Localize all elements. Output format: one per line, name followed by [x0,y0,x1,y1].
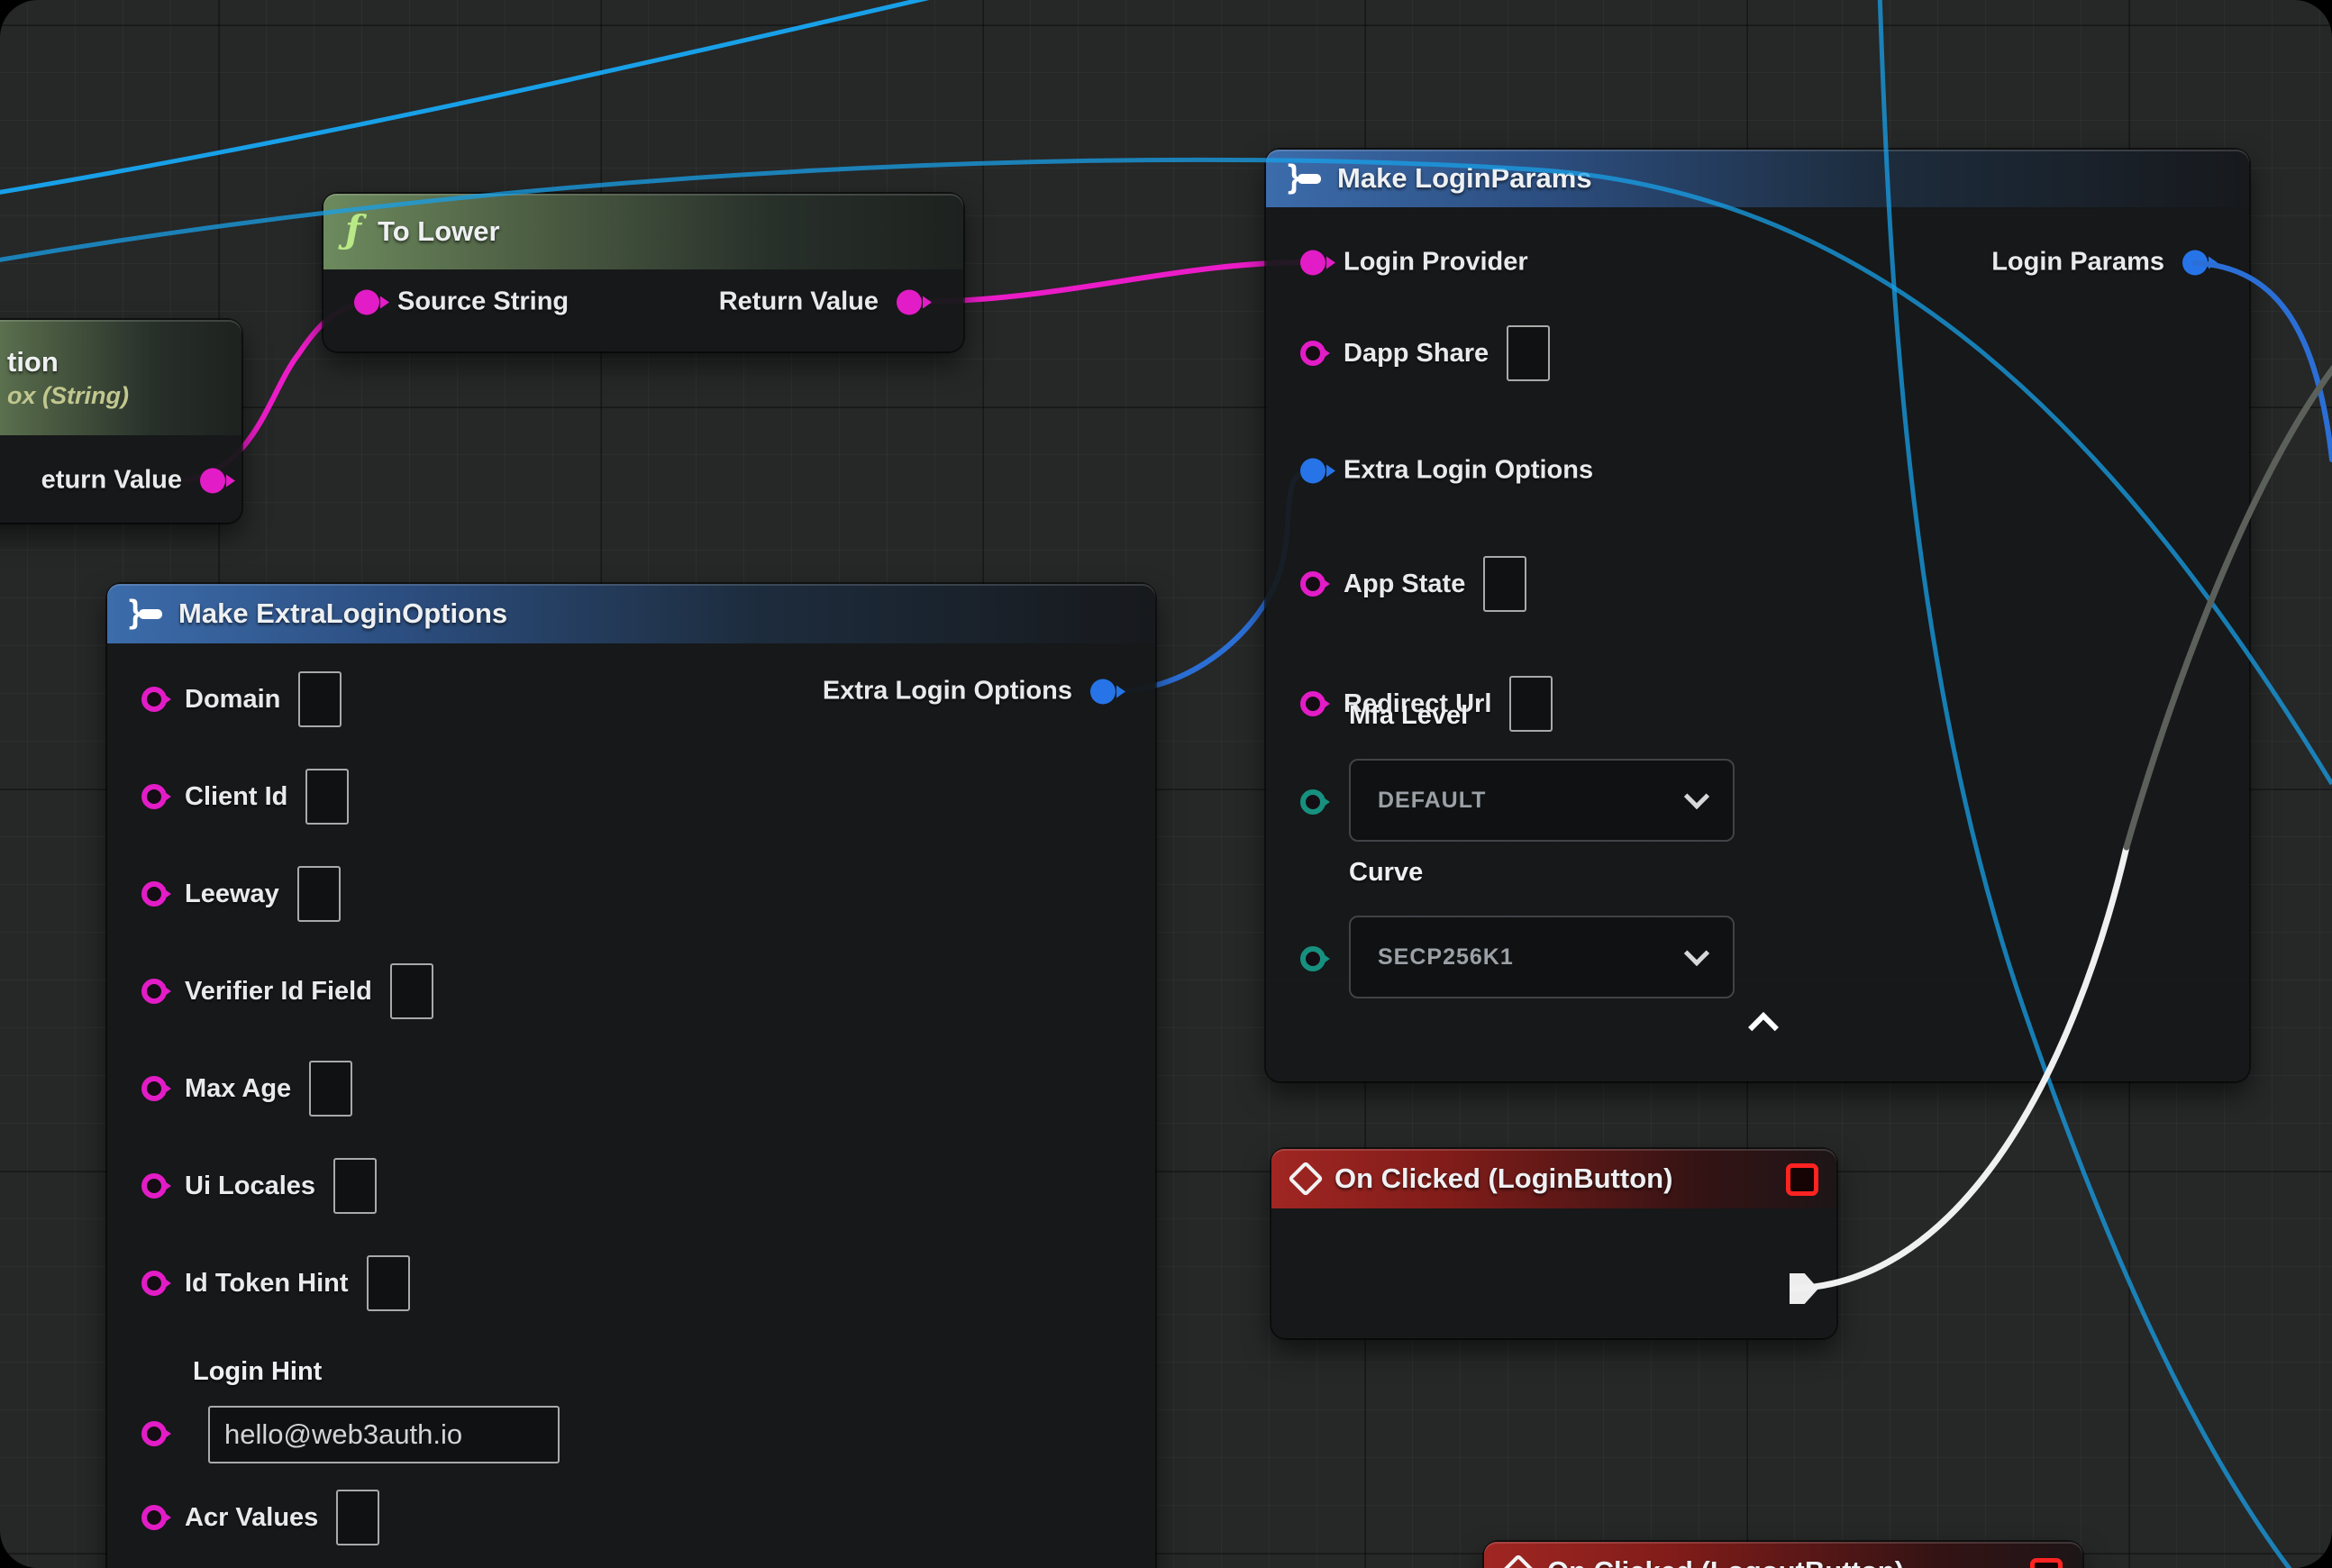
login-hint-input[interactable]: hello@web3auth.io [208,1406,560,1463]
leeway-label: Leeway [185,880,279,909]
wire-cyan-top[interactable] [0,0,978,194]
make-extra-login-options-header[interactable]: } Make ExtraLoginOptions [107,584,1155,643]
client-id-pin[interactable] [141,784,167,809]
login-provider-pin[interactable] [1300,250,1325,275]
on-clicked-logout-title: On Clicked (LogoutButton) [1547,1555,1904,1568]
max-age-label: Max Age [185,1074,291,1104]
leeway-value-box[interactable] [297,866,341,922]
client-id-label: Client Id [185,782,287,812]
login-params-pin[interactable] [2182,250,2208,275]
curve-value: SECP256K1 [1378,944,1514,971]
on-clicked-login-title: On Clicked (LoginButton) [1335,1162,1672,1195]
ui-locales-label: Ui Locales [185,1171,315,1201]
curve-label: Curve [1349,858,1423,888]
node-partial-header[interactable]: tion ox (String) [0,320,241,435]
ui-locales-value-box[interactable] [333,1158,377,1214]
make-extra-login-options-title: Make ExtraLoginOptions [178,597,507,630]
node-partial-subtitle: ox (String) [7,382,129,410]
dapp-share-pin[interactable] [1300,341,1325,366]
app-state-pin[interactable] [1300,571,1325,597]
event-stop-badge[interactable] [2030,1558,2063,1568]
max-age-pin[interactable] [141,1076,167,1101]
login-params-label: Login Params [1991,248,2164,278]
mfa-level-value: DEFAULT [1378,788,1486,814]
curve-dropdown[interactable]: SECP256K1 [1349,916,1735,998]
node-on-clicked-logout-button[interactable]: On Clicked (LogoutButton) [1484,1542,2082,1568]
domain-pin[interactable] [141,687,167,712]
dapp-share-value-box[interactable] [1507,325,1550,381]
blueprint-canvas[interactable]: tion ox (String) eturn Value ƒ To Lower … [0,0,2332,1568]
on-clicked-login-header[interactable]: On Clicked (LoginButton) [1271,1149,1836,1208]
ui-locales-pin[interactable] [141,1173,167,1199]
node-to-lower[interactable]: ƒ To Lower Source String Return Value [323,194,963,351]
exec-out-pin[interactable] [1790,1273,1818,1304]
chevron-down-icon [1684,784,1709,809]
mfa-level-pin[interactable] [1300,789,1325,815]
id-token-hint-label: Id Token Hint [185,1269,349,1299]
collapse-node-chevron-icon[interactable] [1748,1012,1779,1043]
app-state-value-box[interactable] [1483,556,1526,612]
event-icon [1288,1161,1324,1197]
return-value-pin[interactable] [897,289,922,315]
acr-values-pin[interactable] [141,1505,167,1530]
to-lower-header[interactable]: ƒ To Lower [323,194,963,269]
verifier-id-field-value-box[interactable] [390,963,433,1019]
redirect-url-pin[interactable] [1300,691,1325,716]
max-age-value-box[interactable] [309,1061,352,1117]
node-partial-gettext[interactable]: tion ox (String) eturn Value [0,320,241,523]
domain-label: Domain [185,685,280,715]
source-string-label: Source String [397,287,569,317]
extra-login-options-label: Extra Login Options [1344,456,1593,486]
curve-pin[interactable] [1300,946,1325,971]
make-struct-icon: } [129,609,162,619]
source-string-pin[interactable] [354,289,379,315]
login-hint-label: Login Hint [193,1357,322,1387]
client-id-value-box[interactable] [305,769,349,825]
node-make-extra-login-options[interactable]: } Make ExtraLoginOptions Extra Login Opt… [107,584,1155,1568]
app-state-label: App State [1344,570,1465,599]
chevron-down-icon [1684,941,1709,966]
node-on-clicked-login-button[interactable]: On Clicked (LoginButton) [1271,1149,1836,1338]
domain-value-box[interactable] [298,671,342,727]
acr-values-value-box[interactable] [336,1490,379,1545]
dapp-share-label: Dapp Share [1344,339,1489,369]
return-value-label: eturn Value [41,466,182,496]
event-icon [1500,1554,1536,1568]
extra-login-options-out-label: Extra Login Options [823,677,1072,707]
return-value-label: Return Value [719,287,879,317]
id-token-hint-value-box[interactable] [367,1255,410,1311]
acr-values-label: Acr Values [185,1503,318,1533]
redirect-url-value-box[interactable] [1509,676,1553,732]
make-login-params-header[interactable]: } Make LoginParams [1266,150,2249,207]
on-clicked-logout-header[interactable]: On Clicked (LogoutButton) [1484,1542,2082,1568]
verifier-id-field-pin[interactable] [141,979,167,1004]
to-lower-title: To Lower [378,215,499,248]
node-partial-title: tion [7,346,59,378]
make-struct-icon: } [1288,174,1321,184]
leeway-pin[interactable] [141,881,167,907]
id-token-hint-pin[interactable] [141,1271,167,1296]
mfa-level-label: Mfa Level [1349,701,1468,731]
login-provider-label: Login Provider [1344,248,1528,278]
extra-login-options-out-pin[interactable] [1090,679,1116,704]
wire-magenta-tolower-to-loginprovider[interactable] [912,262,1308,302]
extra-login-options-pin[interactable] [1300,458,1325,483]
login-hint-pin[interactable] [141,1421,167,1446]
return-value-pin[interactable] [200,468,225,493]
verifier-id-field-label: Verifier Id Field [185,977,372,1007]
event-stop-badge[interactable] [1786,1163,1818,1196]
mfa-level-dropdown[interactable]: DEFAULT [1349,759,1735,842]
make-login-params-title: Make LoginParams [1337,162,1592,195]
node-make-login-params[interactable]: } Make LoginParams Login Provider Login … [1266,150,2249,1081]
